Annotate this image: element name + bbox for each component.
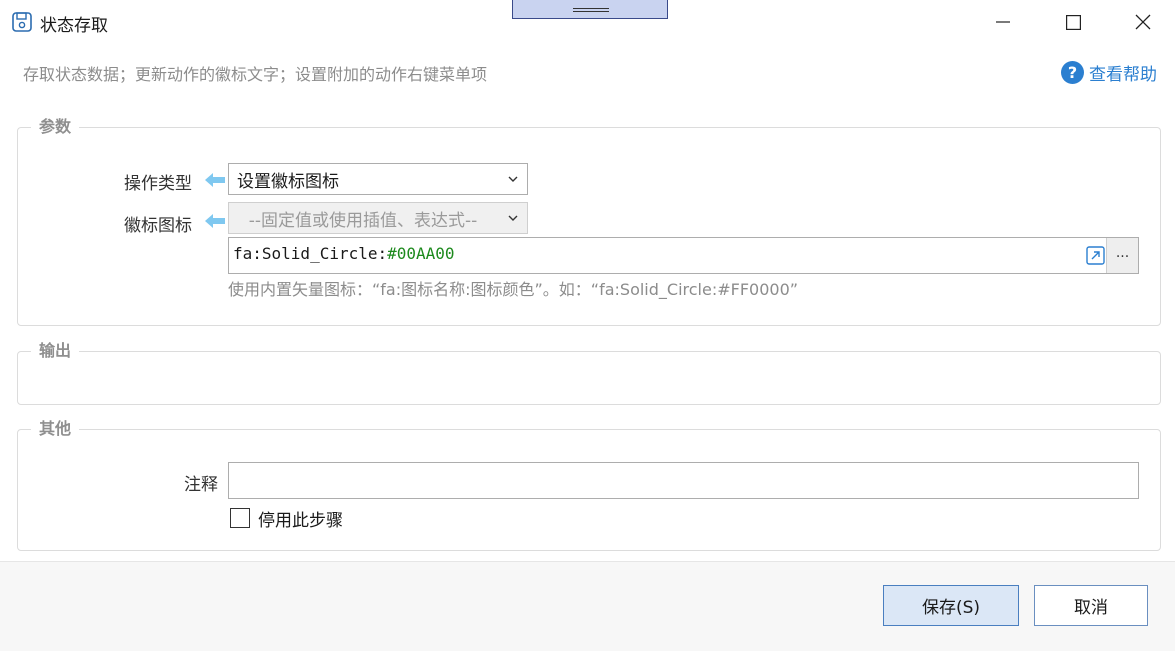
badge-icon-label: 徽标图标 — [124, 216, 192, 236]
window-title: 状态存取 — [40, 16, 108, 36]
close-icon — [1135, 14, 1151, 30]
maximize-icon — [1065, 14, 1081, 30]
note-input[interactable] — [228, 462, 1139, 499]
expression-color-value: #00AA00 — [387, 244, 455, 263]
expression-text: fa:Solid_Circle:#00AA00 — [233, 244, 455, 263]
badge-icon-mode-value: --固定值或使用插值、表达式-- — [248, 210, 478, 231]
disable-step-label[interactable]: 停用此步骤 — [258, 506, 343, 531]
output-group: 输出 — [17, 339, 1161, 405]
badge-icon-expression-input[interactable]: fa:Solid_Circle:#00AA00 ... — [228, 237, 1139, 274]
badge-icon-mode-select[interactable]: --固定值或使用插值、表达式-- — [228, 202, 528, 234]
output-legend: 输出 — [31, 339, 80, 363]
other-legend: 其他 — [31, 417, 80, 441]
operation-type-select[interactable]: 设置徽标图标 — [228, 163, 528, 195]
cancel-button[interactable]: 取消 — [1034, 585, 1148, 626]
operation-type-value: 设置徽标图标 — [237, 171, 339, 192]
help-icon: ? — [1061, 61, 1084, 84]
badge-icon-hint: 使用内置矢量图标：“fa:图标名称:图标颜色”。如：“fa:Solid_Circ… — [228, 280, 799, 299]
arrow-left-icon — [205, 173, 225, 187]
save-button[interactable]: 保存(S) — [883, 585, 1019, 626]
chevron-down-icon — [508, 176, 518, 182]
dialog-description: 存取状态数据；更新动作的徽标文字；设置附加的动作右键菜单项 — [23, 65, 488, 84]
params-legend: 参数 — [31, 115, 80, 139]
expression-prefix: fa:Solid_Circle: — [233, 244, 388, 263]
maximize-button[interactable] — [1050, 0, 1096, 44]
help-link[interactable]: ? 查看帮助 — [1061, 60, 1157, 85]
open-editor-icon[interactable] — [1086, 246, 1105, 265]
title-bar: 状态存取 — [0, 0, 1175, 46]
minimize-button[interactable] — [980, 0, 1026, 44]
note-label: 注释 — [184, 475, 218, 495]
more-button[interactable]: ... — [1106, 238, 1138, 273]
arrow-left-icon — [205, 214, 225, 228]
disable-step-checkbox[interactable] — [230, 508, 250, 528]
save-disk-icon — [12, 12, 32, 32]
chevron-down-icon — [508, 215, 518, 221]
minimize-icon — [996, 21, 1010, 23]
drag-handle[interactable] — [512, 0, 668, 19]
operation-type-label: 操作类型 — [124, 174, 192, 194]
help-label: 查看帮助 — [1089, 65, 1157, 85]
close-button[interactable] — [1120, 0, 1166, 44]
